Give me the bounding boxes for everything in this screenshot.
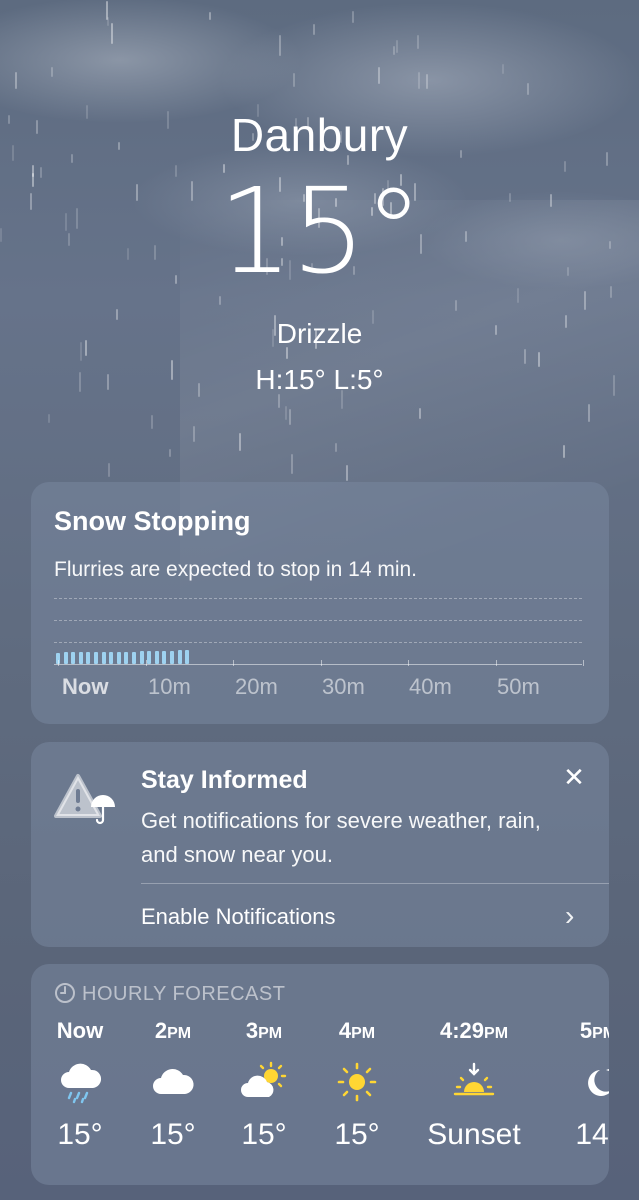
close-icon[interactable]: ✕: [559, 762, 589, 792]
chart-tick: [320, 660, 322, 666]
chart-tick: [408, 660, 409, 666]
precip-bar: [185, 650, 190, 664]
precip-subtitle: Flurries are expected to stop in 14 min.: [54, 558, 418, 581]
precip-bar: [154, 651, 159, 664]
precip-bar: [63, 652, 68, 664]
precip-bar: [101, 652, 106, 664]
chart-tick: [58, 660, 59, 666]
divider: [141, 883, 609, 884]
notification-card: Stay Informed Get notifications for seve…: [31, 742, 609, 947]
partly-sunny-icon: [219, 1052, 309, 1112]
chart-gridline: [54, 598, 582, 599]
hour-temp: 15°: [150, 1118, 196, 1151]
chart-gridline: [54, 642, 582, 643]
precip-bar: [162, 651, 167, 664]
high-low-text: H:15° L:5°: [255, 364, 384, 395]
precip-bar: [71, 652, 76, 664]
hour-temp: 15°: [334, 1118, 380, 1151]
hour-temp: 15°: [241, 1118, 287, 1151]
time-label-30m: 30m: [322, 674, 365, 699]
hourly-header-label: HOURLY FORECAST: [82, 983, 286, 1005]
hour-time: Now: [56, 1018, 104, 1043]
hour-item[interactable]: 4:29PM Sunset: [414, 1018, 534, 1152]
raindrop: [169, 449, 171, 457]
precip-bar: [139, 651, 144, 664]
time-label-now: Now: [62, 674, 109, 699]
clock-icon: [55, 983, 75, 1003]
condition-text: Drizzle: [276, 318, 363, 349]
enable-notifications-button[interactable]: Enable Notifications: [141, 904, 335, 930]
precip-bar: [116, 652, 121, 664]
sunset-icon: [414, 1052, 534, 1112]
precip-bar: [124, 652, 129, 664]
chart-tick: [145, 660, 147, 666]
cloud-icon: [128, 1052, 218, 1112]
precip-bar: [86, 652, 91, 664]
sun-icon: [312, 1052, 402, 1112]
city-name: Danbury: [230, 109, 409, 161]
precip-bar: [177, 650, 182, 664]
hour-time: 4:29PM: [439, 1018, 509, 1043]
hour-temp: 14°: [575, 1118, 609, 1151]
time-label-50m: 50m: [497, 674, 540, 699]
chart-tick: [233, 660, 234, 666]
chart-gridline: [54, 620, 582, 621]
notify-title: Stay Informed: [141, 766, 308, 794]
current-temperature: 15°: [217, 162, 423, 300]
hourly-forecast-card[interactable]: HOURLY FORECAST Now 15° 2PM 15° 3PM 15° …: [31, 964, 609, 1185]
precip-bar: [94, 652, 98, 664]
raindrop: [108, 463, 110, 477]
chart-tick: [583, 660, 584, 666]
hour-item[interactable]: 5PM 14°: [553, 1018, 609, 1152]
time-label-10m: 10m: [148, 674, 191, 699]
hour-item[interactable]: 3PM 15°: [219, 1018, 309, 1152]
hour-temp: 15°: [57, 1118, 103, 1151]
time-label-40m: 40m: [409, 674, 452, 699]
hour-time: 2PM: [154, 1018, 192, 1043]
hour-item[interactable]: Now 15°: [35, 1018, 125, 1152]
precip-title: Snow Stopping: [54, 506, 251, 536]
hour-item[interactable]: 2PM 15°: [128, 1018, 218, 1152]
hour-time: 5PM: [579, 1018, 609, 1043]
precip-bar: [147, 651, 152, 664]
precip-bar: [109, 652, 114, 664]
hour-time: 4PM: [338, 1018, 376, 1043]
precip-bar: [170, 651, 174, 664]
notify-body: Get notifications for severe weather, ra…: [141, 808, 541, 867]
chevron-right-icon[interactable]: ›: [565, 900, 574, 932]
chart-baseline: [54, 664, 582, 665]
hour-time: 3PM: [245, 1018, 283, 1043]
moon-stars-icon: [553, 1052, 609, 1112]
hourly-header: HOURLY FORECAST: [54, 982, 285, 1006]
warning-umbrella-icon: [54, 774, 115, 825]
cloud-rain-icon: [35, 1052, 125, 1112]
hour-temp: Sunset: [427, 1118, 521, 1151]
hour-item[interactable]: 4PM 15°: [312, 1018, 402, 1152]
time-label-20m: 20m: [235, 674, 278, 699]
precip-bar: [78, 652, 83, 664]
precipitation-card[interactable]: Snow Stopping Flurries are expected to s…: [31, 482, 609, 724]
chart-tick: [495, 660, 497, 666]
precip-bar: [132, 652, 136, 664]
